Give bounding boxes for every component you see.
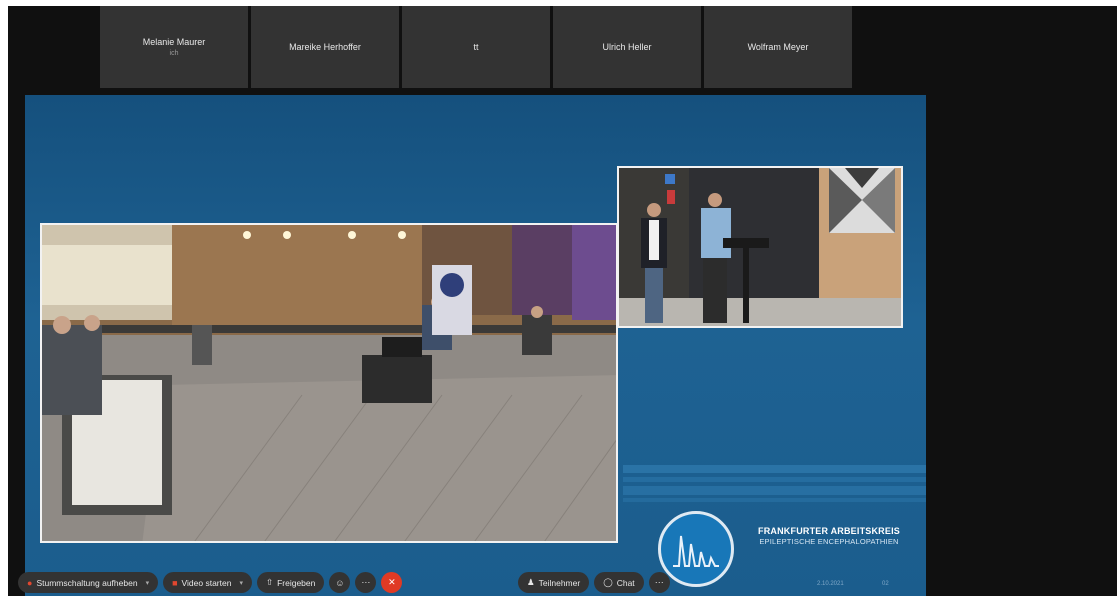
slide-page-number: 02	[882, 581, 889, 587]
meeting-toolbar: ● Stummschaltung aufheben ▾ ■ Video star…	[18, 571, 403, 594]
chat-label: Chat	[616, 577, 635, 588]
more-options-button[interactable]: ⋯	[355, 572, 377, 593]
participant-name: Ulrich Heller	[602, 42, 652, 52]
unmute-label: Stummschaltung aufheben	[36, 577, 138, 588]
participants-button[interactable]: ♟ Teilnehmer	[518, 572, 590, 593]
organization-name: FRANKFURTER ARBEITSKREIS EPILEPTISCHE EN…	[739, 526, 919, 546]
more-options-button[interactable]: ⋯	[648, 572, 670, 593]
slide-stripe	[623, 486, 926, 495]
participant-tile[interactable]: tt	[402, 6, 550, 88]
participant-name: Melanie Maurer	[142, 37, 206, 47]
slide-stripe	[623, 498, 926, 502]
unmute-button[interactable]: ● Stummschaltung aufheben ▾	[18, 572, 159, 593]
chevron-down-icon[interactable]: ▾	[146, 579, 150, 587]
participant-tile[interactable]: Mareike Herhoffer	[251, 6, 399, 88]
participant-name: Mareike Herhoffer	[289, 42, 361, 52]
participant-name: Wolfram Meyer	[747, 42, 809, 52]
chat-bubble-icon: ◯	[603, 577, 613, 587]
meeting-window: Melanie Maurer ich Mareike Herhoffer tt …	[8, 6, 1117, 596]
smiley-icon: ☺	[335, 577, 345, 588]
person-icon: ♟	[527, 577, 535, 587]
chevron-down-icon[interactable]: ▾	[239, 579, 243, 587]
share-icon: ⇧	[265, 577, 274, 587]
participant-self-label: ich	[169, 50, 179, 57]
reactions-button[interactable]: ☺	[329, 572, 351, 593]
participant-name: tt	[473, 42, 479, 52]
slide-stripe	[623, 465, 926, 473]
participants-label: Teilnehmer	[538, 577, 581, 588]
slide-date: 2.10.2021	[817, 581, 844, 587]
share-label: Freigeben	[277, 577, 316, 588]
participant-strip: Melanie Maurer ich Mareike Herhoffer tt …	[100, 6, 852, 88]
camera-off-icon: ■	[172, 577, 178, 588]
close-icon: ✕	[388, 577, 396, 587]
leave-meeting-button[interactable]: ✕	[381, 572, 403, 593]
speaker-video	[617, 166, 903, 328]
start-video-button[interactable]: ■ Video starten ▾	[163, 572, 252, 593]
more-icon: ⋯	[654, 577, 664, 587]
meeting-toolbar-right: ♟ Teilnehmer ◯ Chat ⋯	[518, 571, 670, 594]
start-video-label: Video starten	[181, 577, 232, 588]
org-subtitle: EPILEPTISCHE ENCEPHALOPATHIEN	[759, 537, 899, 546]
chat-button[interactable]: ◯ Chat	[594, 572, 644, 593]
audience-video	[40, 223, 618, 543]
participant-tile[interactable]: Melanie Maurer ich	[100, 6, 248, 88]
slide-stripe	[623, 477, 926, 482]
share-button[interactable]: ⇧ Freigeben	[256, 572, 325, 593]
more-icon: ⋯	[361, 577, 371, 587]
participant-tile[interactable]: Wolfram Meyer	[704, 6, 852, 88]
participant-tile[interactable]: Ulrich Heller	[553, 6, 701, 88]
mic-muted-icon: ●	[27, 577, 33, 588]
org-title: FRANKFURTER ARBEITSKREIS	[758, 526, 900, 536]
shared-screen: FRANKFURTER ARBEITSKREIS EPILEPTISCHE EN…	[25, 95, 926, 596]
